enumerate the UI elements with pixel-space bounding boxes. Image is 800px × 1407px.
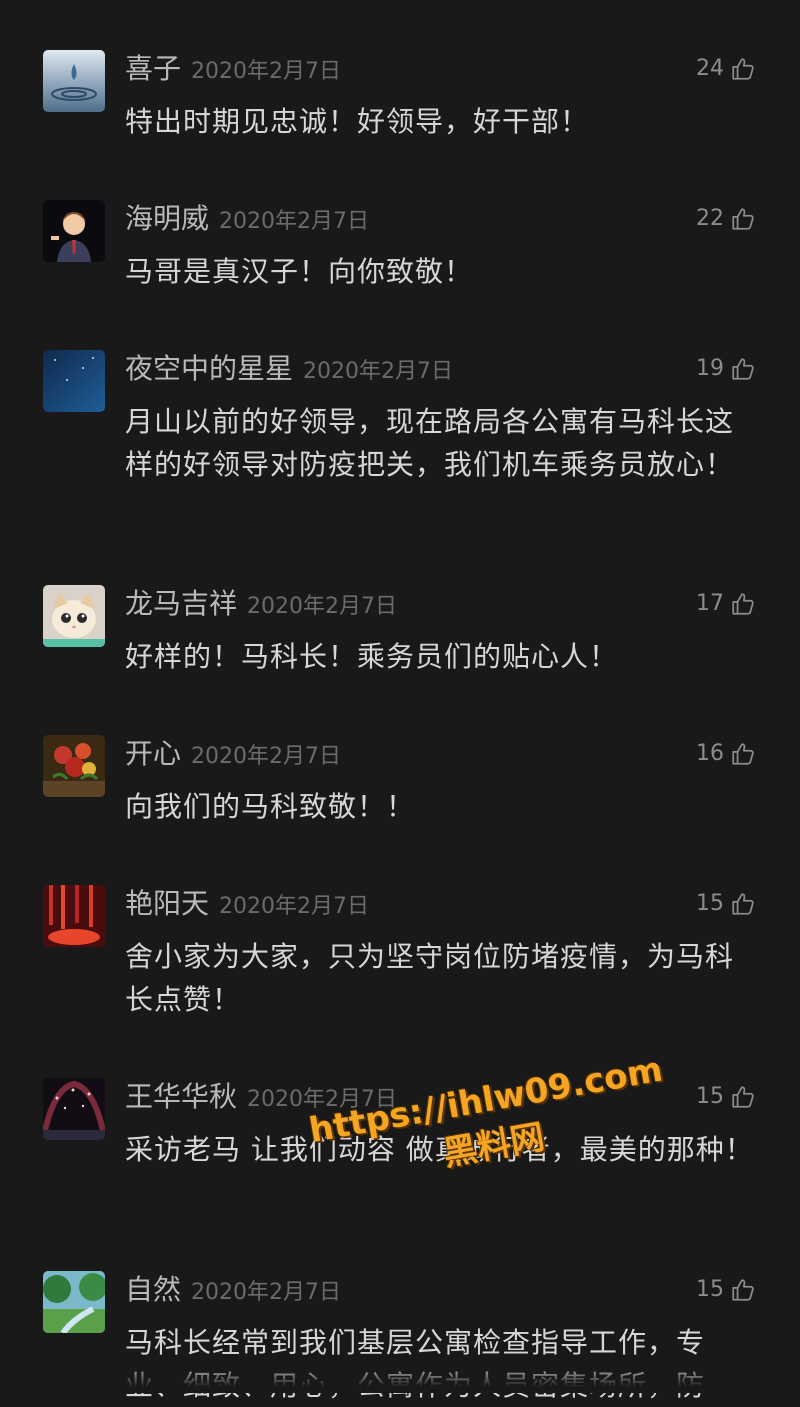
cartoon-man-avatar-icon	[43, 200, 105, 262]
commenter-name[interactable]: 喜子 2020年2月7日	[125, 51, 341, 90]
thumbs-up-icon	[732, 358, 754, 380]
like-button[interactable]: 24	[696, 54, 756, 84]
like-count: 15	[696, 1084, 724, 1109]
comment-date: 2020年2月7日	[219, 894, 369, 919]
like-button[interactable]: 15	[696, 1082, 756, 1112]
commenter-name[interactable]: 龙马吉祥 2020年2月7日	[125, 586, 397, 625]
like-count: 17	[696, 591, 724, 616]
comment-text: 采访老马 让我们动容 做真诚行者，最美的那种！	[125, 1133, 754, 1166]
like-count: 24	[696, 56, 724, 81]
like-button[interactable]: 17	[696, 589, 756, 619]
commenter-name[interactable]: 海明威 2020年2月7日	[125, 201, 369, 240]
comment-date: 2020年2月7日	[247, 1087, 397, 1112]
avatar[interactable]	[43, 50, 105, 112]
avatar[interactable]	[43, 1078, 105, 1140]
red-scene-avatar-icon	[43, 885, 105, 947]
like-count: 22	[696, 206, 724, 231]
commenter-name[interactable]: 艳阳天 2020年2月7日	[125, 886, 369, 925]
avatar[interactable]	[43, 1271, 105, 1333]
comment-text: 月山以前的好领导，现在路局各公寓有马科长这样的好领导对防疫把关，我们机车乘务员放…	[125, 405, 735, 481]
comment-date: 2020年2月7日	[191, 1280, 341, 1305]
thumbs-up-icon	[732, 1086, 754, 1108]
water-drop-avatar-icon	[43, 50, 105, 112]
thumbs-up-icon	[732, 743, 754, 765]
night-sky-avatar-icon	[43, 350, 105, 412]
commenter-name[interactable]: 王华华秋 2020年2月7日	[125, 1079, 397, 1118]
thumbs-up-icon	[732, 893, 754, 915]
comment-date: 2020年2月7日	[191, 59, 341, 84]
comment-text: 好样的！马科长！乘务员们的贴心人！	[125, 640, 619, 673]
comment-date: 2020年2月7日	[247, 594, 397, 619]
like-button[interactable]: 22	[696, 204, 756, 234]
comment-text: 舍小家为大家，只为坚守岗位防堵疫情，为马科长点赞！	[125, 940, 735, 1016]
tree-tunnel-avatar-icon	[43, 1078, 105, 1140]
like-count: 15	[696, 891, 724, 916]
thumbs-up-icon	[732, 208, 754, 230]
like-button[interactable]: 15	[696, 889, 756, 919]
comment-date: 2020年2月7日	[191, 744, 341, 769]
comment-text: 向我们的马科致敬！！	[125, 790, 416, 823]
commenter-name[interactable]: 夜空中的星星 2020年2月7日	[125, 351, 453, 390]
cat-avatar-icon	[43, 585, 105, 647]
comment-date: 2020年2月7日	[219, 209, 369, 234]
avatar[interactable]	[43, 350, 105, 412]
watermark: https://ihlw09.com 黑料网	[295, 1048, 684, 1200]
like-button[interactable]: 16	[696, 739, 756, 769]
commenter-name[interactable]: 自然 2020年2月7日	[125, 1272, 341, 1311]
comment-date: 2020年2月7日	[303, 359, 453, 384]
avatar[interactable]	[43, 585, 105, 647]
avatar[interactable]	[43, 735, 105, 797]
like-count: 16	[696, 741, 724, 766]
thumbs-up-icon	[732, 1279, 754, 1301]
like-button[interactable]: 19	[696, 354, 756, 384]
thumbs-up-icon	[732, 593, 754, 615]
comment-text: 特出时期见忠诚！好领导，好干部！	[125, 105, 590, 138]
nature-avatar-icon	[43, 1271, 105, 1333]
like-count: 19	[696, 356, 724, 381]
like-button[interactable]: 15	[696, 1275, 756, 1305]
bottom-fade	[0, 1363, 800, 1393]
comment-text: 马哥是真汉子！向你致敬！	[125, 255, 474, 288]
commenter-name[interactable]: 开心 2020年2月7日	[125, 736, 341, 775]
avatar[interactable]	[43, 200, 105, 262]
thumbs-up-icon	[732, 58, 754, 80]
avatar[interactable]	[43, 885, 105, 947]
like-count: 15	[696, 1277, 724, 1302]
flower-avatar-icon	[43, 735, 105, 797]
